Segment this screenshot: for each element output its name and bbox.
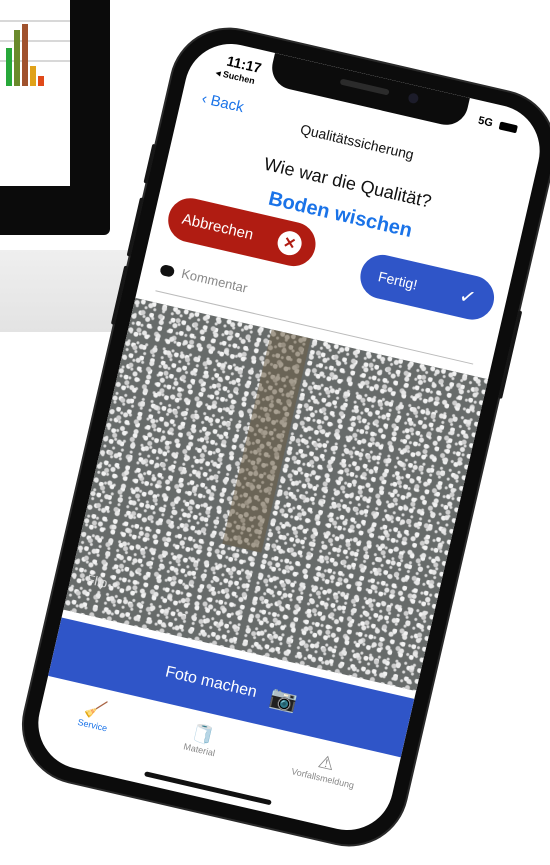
front-camera (407, 92, 420, 105)
flip-camera-button[interactable]: Flip (85, 571, 109, 590)
background-laptop-screen (0, 0, 110, 235)
status-indicators: 5G (477, 115, 518, 136)
add-camera-icon: 📷 (267, 683, 300, 715)
tab-material[interactable]: 🧻 Material (183, 721, 221, 758)
background-chart-thumbnail (0, 0, 70, 186)
speech-bubble-icon (159, 263, 176, 278)
done-label: Fertig! (376, 268, 419, 293)
network-label: 5G (476, 114, 494, 130)
tab-incident[interactable]: ⚠ Vorfallsmeldung (290, 746, 359, 790)
floor-reflection (222, 329, 311, 553)
close-circle-icon: ✕ (275, 228, 305, 258)
checkmark-icon: ✓ (457, 284, 479, 310)
battery-icon (498, 121, 518, 134)
take-photo-label: Foto machen (163, 663, 259, 702)
speaker (339, 78, 390, 96)
cancel-label: Abbrechen (180, 210, 256, 244)
comment-placeholder: Kommentar (180, 265, 249, 296)
tab-service[interactable]: 🧹 Service (77, 696, 113, 733)
